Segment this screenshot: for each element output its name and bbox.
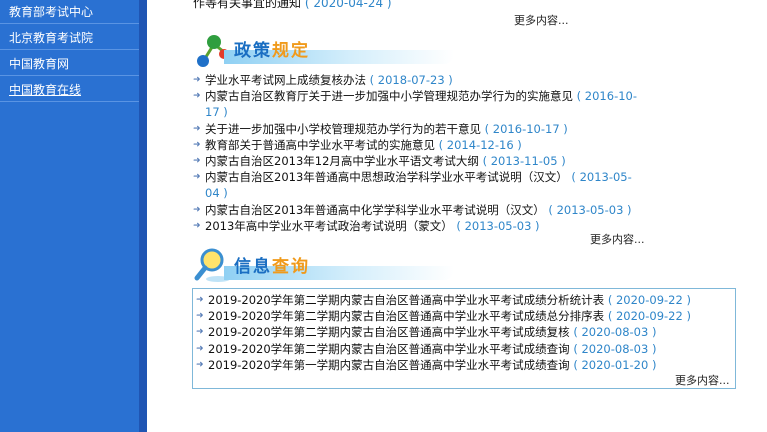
arrow-icon: ➜: [196, 295, 204, 305]
policy-list: ➜ 学业水平考试网上成绩复核办法 ( 2018-07-23 ) ➜ 内蒙古自治区教育…: [193, 72, 643, 234]
info-box: ➜ 2019-2020学年第二学期内蒙古自治区普通高中学业水平考试成绩分析统计表 …: [192, 288, 736, 389]
list-item[interactable]: ➜ 内蒙古自治区教育厅关于进一步加强中小学管理规范办学行为的实施意见 ( 2016…: [193, 88, 643, 120]
list-item[interactable]: ➜ 2019-2020学年第二学期内蒙古自治区普通高中学业水平考试成绩复核 ( 2…: [196, 324, 732, 340]
arrow-icon: ➜: [193, 139, 201, 150]
sidebar-panel: 教育部考试中心 北京教育考试院 中国教育网 中国教育在线: [0, 0, 147, 432]
list-item[interactable]: ➜ 内蒙古自治区2013年12月高中学业水平语文考试大纲 ( 2013-11-05…: [193, 153, 643, 169]
policy-section-header: 政策规定: [194, 30, 454, 70]
list-item[interactable]: ➜ 2019-2020学年第二学期内蒙古自治区普通高中学业水平考试成绩查询 ( 2…: [196, 341, 732, 357]
arrow-icon: ➜: [193, 204, 201, 215]
more-link-policy[interactable]: 更多内容...: [590, 231, 645, 247]
arrow-icon: ➜: [193, 123, 201, 134]
more-link-news[interactable]: 更多内容...: [514, 12, 569, 28]
news-item[interactable]: 作等有关事宜的通知 ( 2020-04-24 ): [193, 0, 392, 11]
info-list: ➜ 2019-2020学年第二学期内蒙古自治区普通高中学业水平考试成绩分析统计表 …: [196, 292, 732, 373]
arrow-icon: ➜: [193, 220, 201, 231]
list-item[interactable]: ➜ 关于进一步加强中小学校管理规范办学行为的若干意见 ( 2016-10-17 ): [193, 121, 643, 137]
list-item[interactable]: ➜ 学业水平考试网上成绩复核办法 ( 2018-07-23 ): [193, 72, 643, 88]
list-item[interactable]: ➜ 内蒙古自治区2013年普通高中思想政治学科学业水平考试说明（汉文） ( 201…: [193, 169, 643, 201]
list-item[interactable]: ➜ 2019-2020学年第二学期内蒙古自治区普通高中学业水平考试成绩总分排序表 …: [196, 308, 732, 324]
sidebar-link-china-edu-net[interactable]: 中国教育网: [0, 52, 139, 76]
list-item[interactable]: ➜ 2019-2020学年第二学期内蒙古自治区普通高中学业水平考试成绩分析统计表 …: [196, 292, 732, 308]
arrow-icon: ➜: [193, 91, 201, 102]
arrow-icon: ➜: [196, 359, 204, 370]
news-item-date: ( 2020-04-24 ): [304, 0, 392, 10]
list-item[interactable]: ➜ 教育部关于普通高中学业水平考试的实施意见 ( 2014-12-16 ): [193, 137, 643, 153]
sidebar-link-exam-center[interactable]: 教育部考试中心: [0, 0, 139, 24]
arrow-icon: ➜: [196, 343, 204, 354]
arrow-icon: ➜: [196, 311, 204, 322]
sidebar-link-beijing-exam[interactable]: 北京教育考试院: [0, 26, 139, 50]
sidebar: 教育部考试中心 北京教育考试院 中国教育网 中国教育在线: [0, 0, 147, 432]
info-section-title: 信息查询: [234, 257, 310, 277]
list-item[interactable]: ➜ 2013年高中学业水平考试政治考试说明（蒙文） ( 2013-05-03 ): [193, 218, 643, 234]
news-item-title[interactable]: 作等有关事宜的通知: [193, 0, 301, 10]
arrow-icon: ➜: [193, 172, 201, 183]
arrow-icon: ➜: [196, 327, 204, 338]
policy-section-title: 政策规定: [234, 41, 310, 61]
arrow-icon: ➜: [193, 156, 201, 167]
sidebar-link-china-edu-online[interactable]: 中国教育在线: [0, 78, 139, 102]
arrow-icon: ➜: [193, 75, 201, 85]
more-link-info[interactable]: 更多内容...: [675, 372, 730, 388]
list-item[interactable]: ➜ 2019-2020学年第一学期内蒙古自治区普通高中学业水平考试成绩查询 ( 2…: [196, 357, 732, 373]
info-section-header: 信息查询: [194, 246, 454, 286]
list-item[interactable]: ➜ 内蒙古自治区2013年普通高中化学学科学业水平考试说明（汉文） ( 2013-…: [193, 202, 643, 218]
